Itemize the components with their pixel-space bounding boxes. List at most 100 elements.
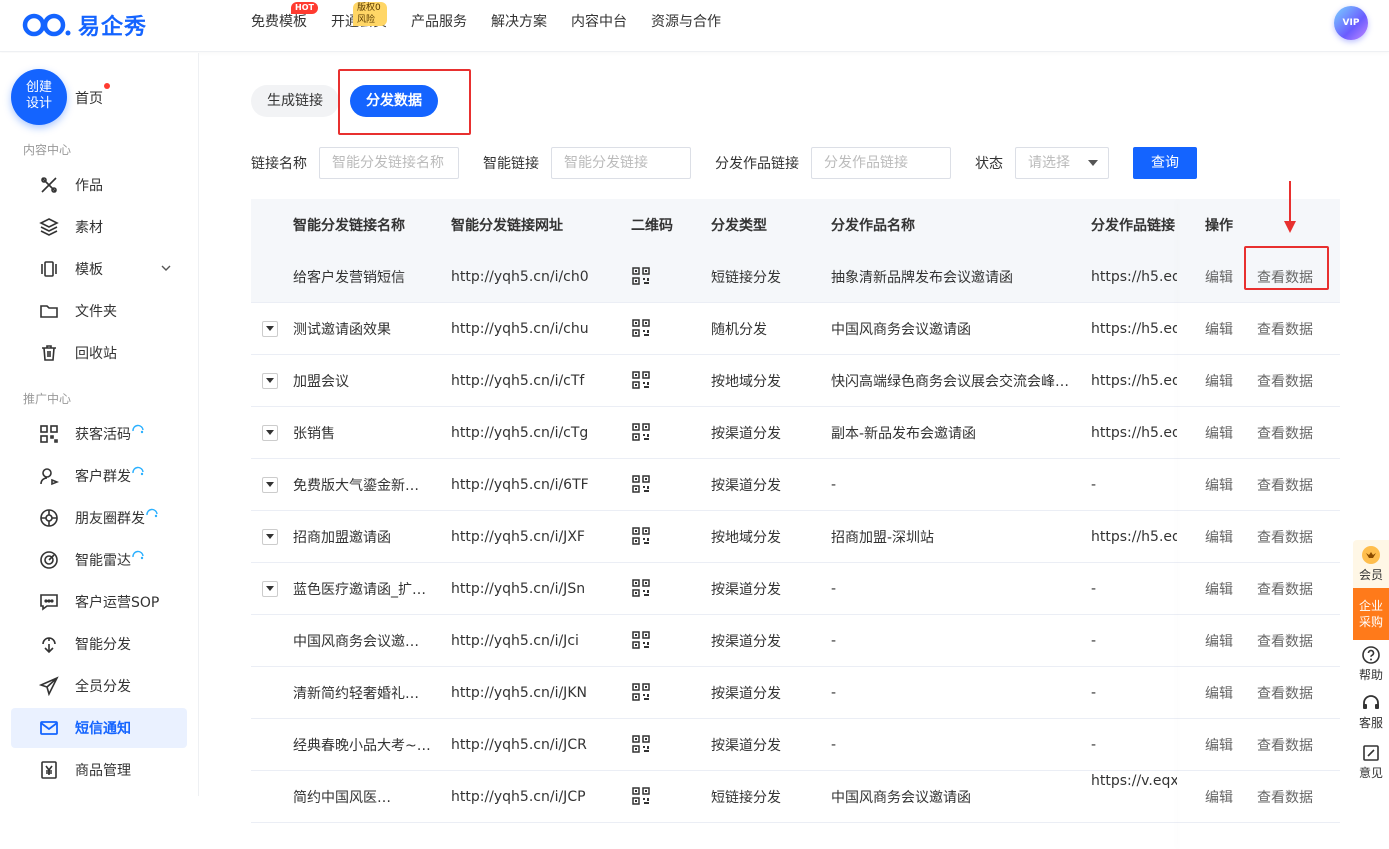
link-url-cell[interactable]: http://yqh5.cn/i/JXF xyxy=(451,529,621,545)
link-url-cell[interactable]: http://yqh5.cn/i/JSn xyxy=(451,581,621,597)
link-url-cell[interactable]: http://yqh5.cn/i/6TF xyxy=(451,477,621,493)
work-link-cell[interactable]: https://h5.eqxi xyxy=(1091,269,1177,285)
expand-toggle[interactable] xyxy=(262,424,278,441)
edit-link[interactable]: 编辑 xyxy=(1205,631,1233,651)
sidebar-item-smart-radar[interactable]: 智能雷达 xyxy=(11,540,187,580)
help-button[interactable]: 帮助 xyxy=(1353,640,1389,686)
work-link-cell[interactable]: https://v.eqxiu xyxy=(1091,773,1177,789)
status-select[interactable]: 请选择 xyxy=(1015,147,1109,179)
qrcode-icon[interactable] xyxy=(632,475,650,497)
link-url-cell[interactable]: http://yqh5.cn/i/JKN xyxy=(451,685,621,701)
sidebar-item-lead-qrcode[interactable]: 获客活码 xyxy=(11,414,187,454)
headset-icon xyxy=(1363,695,1379,709)
create-design-button[interactable]: 创建 设计 xyxy=(11,69,67,125)
view-data-link[interactable]: 查看数据 xyxy=(1257,475,1313,495)
expand-toggle[interactable] xyxy=(262,580,278,597)
query-button[interactable]: 查询 xyxy=(1133,147,1197,179)
sidebar-item-folders[interactable]: 文件夹 xyxy=(11,291,187,331)
view-data-link[interactable]: 查看数据 xyxy=(1257,683,1313,703)
sidebar-item-moments-broadcast[interactable]: 朋友圈群发 xyxy=(11,498,187,538)
view-data-link[interactable]: 查看数据 xyxy=(1257,371,1313,391)
view-data-link[interactable]: 查看数据 xyxy=(1257,631,1313,651)
nav-solutions[interactable]: 解决方案 xyxy=(491,0,547,52)
avatar[interactable]: VIP xyxy=(1334,6,1368,40)
link-url-cell[interactable]: http://yqh5.cn/i/Jci xyxy=(451,633,621,649)
customer-service-button[interactable]: 客服 xyxy=(1353,686,1389,734)
sidebar-item-works[interactable]: 作品 xyxy=(11,165,187,205)
edit-link[interactable]: 编辑 xyxy=(1205,423,1233,443)
edit-link[interactable]: 编辑 xyxy=(1205,683,1233,703)
link-url-cell[interactable]: http://yqh5.cn/i/cTf xyxy=(451,373,621,389)
expand-toggle[interactable] xyxy=(262,528,278,545)
sidebar-item-smart-distribution[interactable]: 智能分发 xyxy=(11,624,187,664)
edit-link[interactable]: 编辑 xyxy=(1205,527,1233,547)
nav-content-hub[interactable]: 内容中台 xyxy=(571,0,627,52)
work-link-cell[interactable]: https://h5.eqxi xyxy=(1091,321,1177,337)
tab-generate-link[interactable]: 生成链接 xyxy=(251,85,339,117)
sparkle-icon xyxy=(146,508,158,518)
logo[interactable]: 易企秀 xyxy=(22,10,147,40)
corporate-purchase-button[interactable]: 企业 采购 xyxy=(1353,588,1389,640)
table-row: 经典春晚小品大考~… http://yqh5.cn/i/JCR 按渠道分发 - - 编辑 查… xyxy=(251,719,1340,771)
qrcode-icon[interactable] xyxy=(632,683,650,705)
work-link-input[interactable]: 分发作品链接 xyxy=(811,147,951,179)
view-data-link[interactable]: 查看数据 xyxy=(1257,787,1313,807)
sidebar-item-materials[interactable]: 素材 xyxy=(11,207,187,247)
qrcode-icon[interactable] xyxy=(632,579,650,601)
view-data-link[interactable]: 查看数据 xyxy=(1257,579,1313,599)
link-url-cell[interactable]: http://yqh5.cn/i/JCP xyxy=(451,789,621,805)
expand-toggle[interactable] xyxy=(262,476,278,493)
link-url-cell[interactable]: http://yqh5.cn/i/chu xyxy=(451,321,621,337)
qrcode-icon[interactable] xyxy=(632,371,650,393)
nav-membership[interactable]: 开通会员 版权0风险 xyxy=(331,0,387,52)
edit-link[interactable]: 编辑 xyxy=(1205,475,1233,495)
sidebar-item-product-management[interactable]: 商品管理 xyxy=(11,750,187,790)
sidebar-item-customer-broadcast[interactable]: 客户群发 xyxy=(11,456,187,496)
view-data-link[interactable]: 查看数据 xyxy=(1257,527,1313,547)
edit-link[interactable]: 编辑 xyxy=(1205,319,1233,339)
link-url-cell[interactable]: http://yqh5.cn/i/JCR xyxy=(451,737,621,753)
chevron-down-icon xyxy=(161,265,171,271)
nav-free-templates[interactable]: 免费模板 HOT xyxy=(251,0,318,52)
sidebar-item-home[interactable]: 首页 xyxy=(75,88,103,108)
edit-link[interactable]: 编辑 xyxy=(1205,371,1233,391)
nav-products[interactable]: 产品服务 xyxy=(411,0,467,52)
sidebar-item-templates[interactable]: 模板 xyxy=(11,249,187,289)
view-data-link[interactable]: 查看数据 xyxy=(1257,423,1313,443)
edit-link[interactable]: 编辑 xyxy=(1205,787,1233,807)
expand-toggle[interactable] xyxy=(262,372,278,389)
work-link-cell[interactable]: https://h5.eqxi xyxy=(1091,425,1177,441)
sidebar-item-customer-sop[interactable]: 客户运营SOP xyxy=(11,582,187,622)
qrcode-icon[interactable] xyxy=(632,423,650,445)
work-link-cell[interactable]: https://h5.eqxi xyxy=(1091,373,1177,389)
qrcode-icon[interactable] xyxy=(632,735,650,757)
qrcode-icon[interactable] xyxy=(632,787,650,809)
qrcode-icon[interactable] xyxy=(632,631,650,653)
qrcode-icon[interactable] xyxy=(632,527,650,549)
section-promo-center: 推广中心 xyxy=(23,392,72,406)
link-url-cell[interactable]: http://yqh5.cn/i/cTg xyxy=(451,425,621,441)
qrcode-icon[interactable] xyxy=(632,267,650,289)
member-button[interactable]: 会员 xyxy=(1353,540,1389,588)
view-data-link[interactable]: 查看数据 xyxy=(1257,319,1313,339)
sidebar-item-sms-notification[interactable]: 短信通知 xyxy=(11,708,187,748)
work-link-cell[interactable]: - xyxy=(1091,737,1177,753)
expand-toggle[interactable] xyxy=(262,320,278,337)
qrcode-icon[interactable] xyxy=(632,319,650,341)
nav-resources[interactable]: 资源与合作 xyxy=(651,0,721,52)
edit-link[interactable]: 编辑 xyxy=(1205,267,1233,287)
edit-link[interactable]: 编辑 xyxy=(1205,579,1233,599)
work-link-cell[interactable]: - xyxy=(1091,477,1177,493)
link-url-cell[interactable]: http://yqh5.cn/i/ch0 xyxy=(451,269,621,285)
work-link-cell[interactable]: - xyxy=(1091,581,1177,597)
work-link-cell[interactable]: - xyxy=(1091,685,1177,701)
feedback-button[interactable]: 意见 xyxy=(1353,734,1389,796)
work-link-cell[interactable]: https://h5.eqxi xyxy=(1091,529,1177,545)
sidebar-item-staff-distribution[interactable]: 全员分发 xyxy=(11,666,187,706)
link-name-input[interactable]: 智能分发链接名称 xyxy=(319,147,459,179)
sidebar-item-recycle[interactable]: 回收站 xyxy=(11,333,187,373)
edit-link[interactable]: 编辑 xyxy=(1205,735,1233,755)
work-link-cell[interactable]: - xyxy=(1091,633,1177,649)
smart-link-input[interactable]: 智能分发链接 xyxy=(551,147,691,179)
view-data-link[interactable]: 查看数据 xyxy=(1257,735,1313,755)
